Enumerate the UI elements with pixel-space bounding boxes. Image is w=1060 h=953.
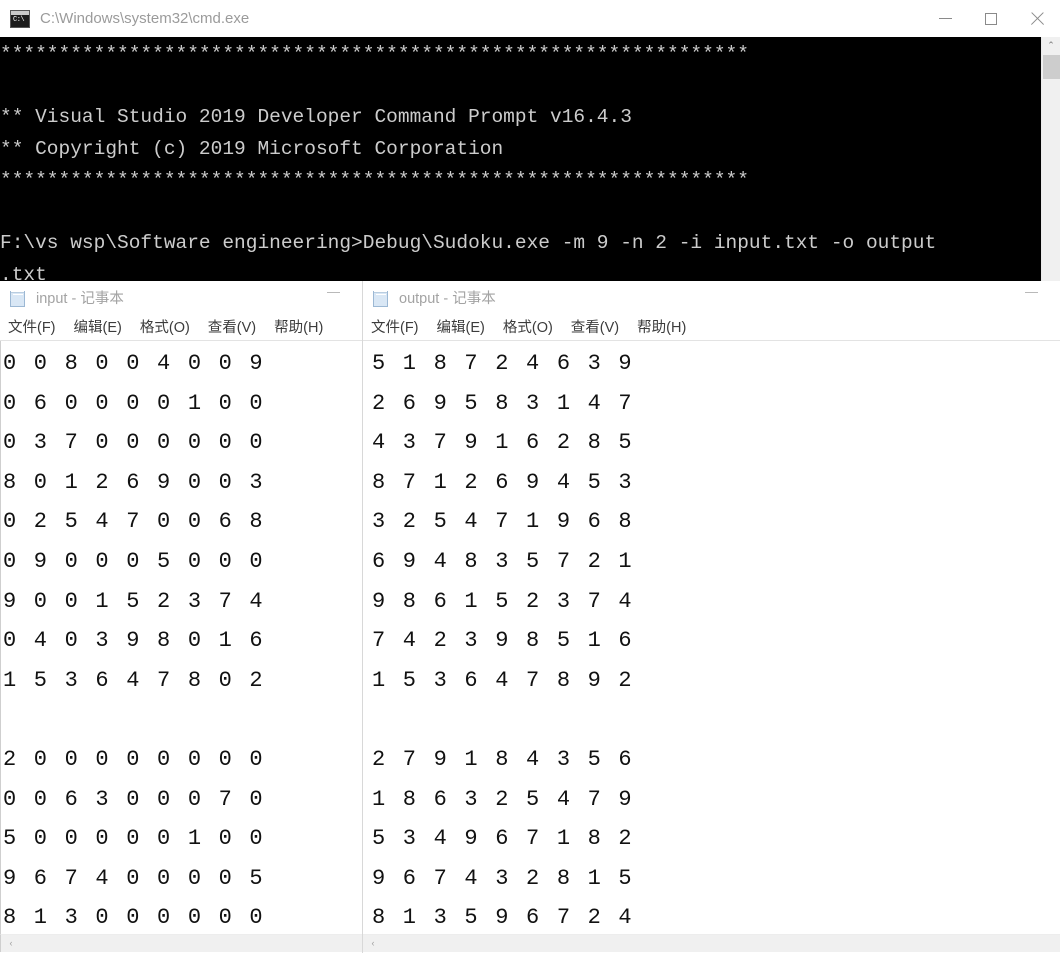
notepad-output-text-area[interactable]: 5 1 8 7 2 4 6 3 9 2 6 9 5 8 3 1 4 7 4 3 … <box>363 341 1060 952</box>
menu-item-view[interactable]: 查看(V) <box>571 316 619 337</box>
cmd-window: C:\ C:\Windows\system32\cmd.exe ********… <box>0 0 1060 281</box>
notepad-output-menubar: 文件(F) 编辑(E) 格式(O) 查看(V) 帮助(H) <box>363 313 1060 341</box>
notepad-input-menubar: 文件(F) 编辑(E) 格式(O) 查看(V) 帮助(H) <box>0 313 362 341</box>
scroll-left-icon[interactable]: ‹ <box>365 935 381 952</box>
cmd-icon-glyph: C:\ <box>13 15 25 24</box>
notepad-output-content: 5 1 8 7 2 4 6 3 9 2 6 9 5 8 3 1 4 7 4 3 … <box>372 351 634 952</box>
notepad-input-horizontal-scrollbar[interactable]: ‹ <box>0 934 362 952</box>
menu-item-help[interactable]: 帮助(H) <box>637 316 686 337</box>
notepad-icon <box>373 287 390 307</box>
menu-item-format[interactable]: 格式(O) <box>503 316 553 337</box>
menu-item-edit[interactable]: 编辑(E) <box>74 316 122 337</box>
notepad-input-titlebar[interactable]: input - 记事本 <box>0 281 362 313</box>
scrollbar-thumb[interactable] <box>1043 55 1060 79</box>
cmd-window-title: C:\Windows\system32\cmd.exe <box>40 10 250 27</box>
menu-item-help[interactable]: 帮助(H) <box>274 316 323 337</box>
notepad-output-titlebar[interactable]: output - 记事本 <box>363 281 1060 313</box>
close-icon <box>1030 12 1044 26</box>
cmd-window-controls <box>922 0 1060 37</box>
notepad-output-horizontal-scrollbar[interactable]: ‹ <box>363 934 1060 952</box>
maximize-button[interactable] <box>968 0 1014 37</box>
minimize-icon <box>938 18 952 19</box>
menu-item-format[interactable]: 格式(O) <box>140 316 190 337</box>
notepad-window-input: input - 记事本 文件(F) 编辑(E) 格式(O) 查看(V) 帮助(H… <box>0 281 363 953</box>
cmd-icon: C:\ <box>10 9 30 28</box>
console-text: ****************************************… <box>0 43 937 281</box>
console-output-area[interactable]: ****************************************… <box>0 37 1041 281</box>
minimize-icon[interactable] <box>327 292 340 293</box>
scroll-up-icon[interactable]: ⌃ <box>1042 37 1060 54</box>
close-button[interactable] <box>1014 0 1060 37</box>
scroll-left-icon[interactable]: ‹ <box>3 935 19 952</box>
notepad-window-output: output - 记事本 文件(F) 编辑(E) 格式(O) 查看(V) 帮助(… <box>363 281 1060 953</box>
minimize-button[interactable] <box>922 0 968 37</box>
notepad-icon <box>10 287 27 307</box>
notepad-input-content: 0 0 8 0 0 4 0 0 9 0 6 0 0 0 0 1 0 0 0 3 … <box>0 341 362 952</box>
menu-item-view[interactable]: 查看(V) <box>208 316 256 337</box>
notepad-input-title: input - 记事本 <box>36 290 124 307</box>
notepad-input-text-area[interactable]: 0 0 8 0 0 4 0 0 9 0 6 0 0 0 0 1 0 0 0 3 … <box>0 341 362 952</box>
menu-item-file[interactable]: 文件(F) <box>8 316 56 337</box>
notepad-output-title: output - 记事本 <box>399 290 496 307</box>
console-vertical-scrollbar[interactable]: ⌃ <box>1041 37 1060 281</box>
minimize-icon[interactable] <box>1025 292 1038 293</box>
maximize-icon <box>985 12 997 25</box>
cmd-titlebar[interactable]: C:\ C:\Windows\system32\cmd.exe <box>0 0 1060 37</box>
menu-item-file[interactable]: 文件(F) <box>371 316 419 337</box>
menu-item-edit[interactable]: 编辑(E) <box>437 316 485 337</box>
